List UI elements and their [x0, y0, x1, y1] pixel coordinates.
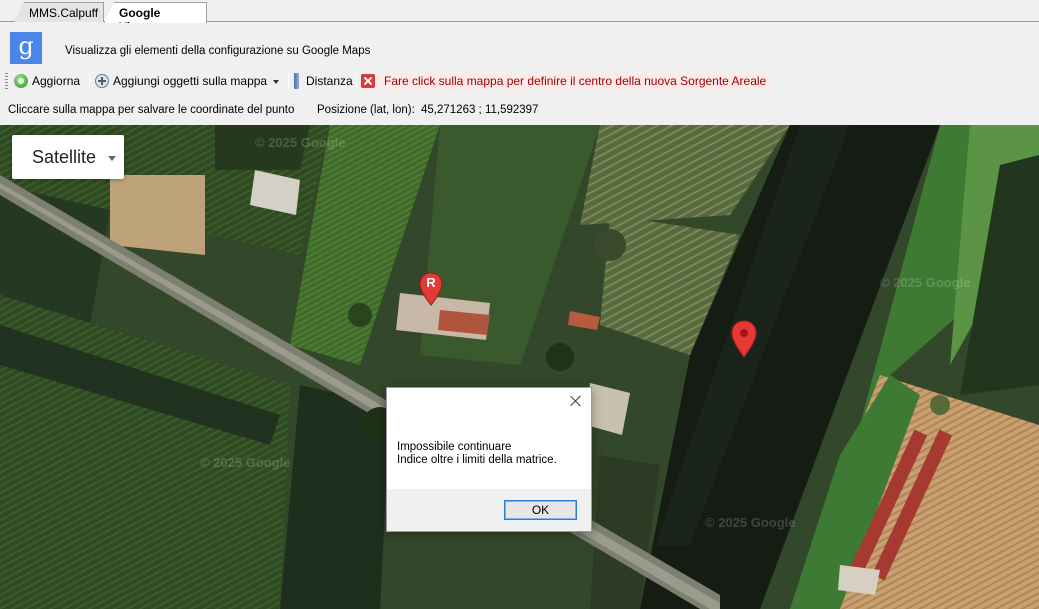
dialog-message-line2: Indice oltre i limiti della matrice. — [397, 454, 557, 466]
header-description: Visualizza gli elementi della configuraz… — [65, 45, 371, 57]
toolbar-separator — [89, 74, 90, 89]
refresh-label: Aggiorna — [32, 74, 81, 88]
status-instruction: Cliccare sulla mappa per salvare le coor… — [8, 104, 295, 116]
map-watermark: © 2025 Google — [200, 455, 291, 470]
ok-button[interactable]: OK — [504, 500, 577, 520]
toolbar-separator — [356, 74, 357, 89]
tab-bar: MMS.Calpuff Google Viewer — [0, 0, 1039, 23]
toolbar-message-text: Fare click sulla mappa per definire il c… — [384, 74, 767, 88]
dialog-footer: OK — [387, 489, 591, 531]
status-line: Cliccare sulla mappa per salvare le coor… — [0, 92, 1039, 125]
ruler-icon — [294, 73, 299, 89]
position-value: 45,271263 ; 11,592397 — [421, 104, 539, 116]
refresh-button[interactable]: Aggiorna — [14, 72, 80, 90]
tab-google-viewer[interactable]: Google Viewer — [104, 2, 207, 23]
refresh-icon — [14, 74, 28, 88]
chevron-down-icon — [273, 80, 280, 84]
toolbar-separator — [288, 74, 289, 89]
google-logo-icon: g — [10, 32, 42, 64]
tab-mms-calpuff[interactable]: MMS.Calpuff — [14, 2, 104, 22]
dialog-message-line1: Impossibile continuare — [397, 441, 512, 453]
error-x-icon[interactable] — [361, 74, 375, 88]
location-pin-icon[interactable] — [731, 320, 757, 358]
map-watermark: © 2025 Google — [255, 135, 346, 150]
position-label: Posizione (lat, lon): — [317, 104, 415, 116]
map-watermark: © 2025 Google — [705, 515, 796, 530]
add-objects-dropdown[interactable]: Aggiungi oggetti sulla mappa — [95, 72, 280, 90]
distance-label: Distanza — [306, 74, 353, 88]
error-dialog: Impossibile continuare Indice oltre i li… — [386, 387, 592, 532]
satellite-imagery — [0, 125, 1039, 609]
toolbar-message: Fare click sulla mappa per definire il c… — [361, 72, 773, 90]
toolbar-grip[interactable] — [5, 73, 8, 89]
map-type-selector[interactable]: Satellite — [12, 135, 124, 179]
dialog-message: Impossibile continuare Indice oltre i li… — [397, 441, 557, 467]
add-icon — [95, 74, 109, 88]
map-watermark: © 2025 Google — [880, 275, 971, 290]
satellite-map[interactable]: © 2025 Google © 2025 Google © 2025 Googl… — [0, 125, 1039, 609]
toolbar: Aggiorna Aggiungi oggetti sulla mappa Di… — [0, 70, 1039, 92]
header: g Visualizza gli elementi della configur… — [0, 23, 1039, 69]
distance-button[interactable]: Distanza — [292, 72, 353, 90]
app-window: MMS.Calpuff Google Viewer g Visualizza g… — [0, 0, 1039, 609]
chevron-down-icon — [108, 156, 116, 161]
map-type-label: Satellite — [32, 146, 97, 167]
add-objects-label: Aggiungi oggetti sulla mappa — [113, 74, 268, 88]
receptor-marker-label: R — [426, 275, 436, 290]
close-icon[interactable] — [569, 394, 583, 408]
